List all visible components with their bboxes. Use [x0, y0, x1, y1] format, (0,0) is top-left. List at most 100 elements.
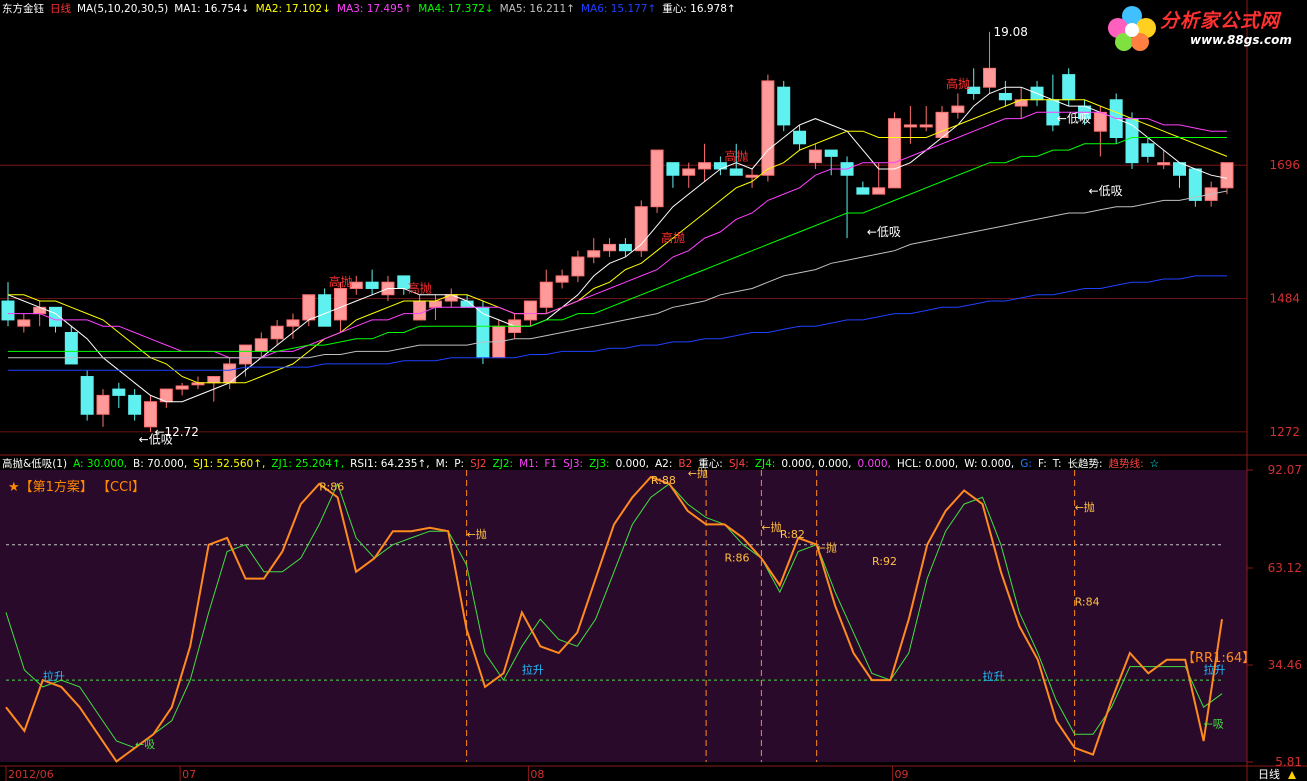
candle-body	[618, 243, 632, 252]
indicator-value-21: HCL: 0.000,	[896, 458, 959, 470]
candle-body	[682, 168, 696, 176]
indicator-marker: ←抛	[817, 540, 837, 554]
indicator-marker: ←吸	[1204, 718, 1224, 731]
rr-label: 【RR1:64】	[1182, 651, 1255, 666]
indicator-value-19: 0.000, 0.000,	[781, 458, 852, 470]
candle-body	[413, 300, 427, 321]
indicator-marker: R:82	[780, 528, 805, 541]
indicator-value-7: SJ2	[470, 458, 487, 470]
candle-body	[951, 105, 965, 113]
candle-body	[1157, 162, 1171, 166]
indicator-marker: R:84	[1075, 596, 1100, 609]
indicator-value-23: G:	[1020, 458, 1032, 470]
indicator-value-25: T:	[1052, 458, 1062, 470]
candle-body	[33, 306, 47, 315]
date-tick-label: 2012/06	[8, 768, 54, 781]
candle-body	[175, 385, 189, 390]
candle-body	[1188, 168, 1202, 201]
indicator-tick-label: 34.46	[1268, 658, 1302, 672]
price-annotation: ←低吸	[139, 432, 173, 446]
price-annotation: 高抛	[946, 76, 970, 91]
price-annotation: ←低吸	[1089, 184, 1123, 198]
ma-value-2: MA3: 17.495↑	[336, 3, 413, 15]
indicator-value-12: ZJ3:	[589, 458, 610, 470]
price-tick-label: 1484	[1269, 292, 1300, 306]
date-tick-label: 09	[895, 768, 909, 781]
indicator-value-15: B2	[678, 458, 693, 470]
candle-body	[80, 376, 94, 415]
indicator-value-26: 长趋势:	[1067, 458, 1103, 470]
price-annotation: ←低吸	[1057, 112, 1091, 126]
ma-line-MA1	[7, 86, 1228, 403]
candle-body	[128, 394, 142, 415]
indicator-value-13: 0.000,	[615, 458, 649, 470]
candle-body	[698, 162, 712, 170]
candle-body	[824, 149, 838, 157]
indicator-value-24: F:	[1037, 458, 1047, 470]
ma-value-0: MA1: 16.754↓	[174, 3, 250, 15]
logo-url: www.88gs.com	[1190, 33, 1292, 47]
indicator-value-20: 0.000,	[857, 458, 891, 470]
ma-value-4: MA5: 16.211↑	[499, 3, 575, 15]
indicator-marker: ←抛	[761, 520, 781, 534]
candle-body	[96, 394, 110, 415]
candle-body	[17, 319, 31, 327]
indicator-marker: R:86	[725, 552, 750, 565]
indicator-values: A: 30.000, B: 70.000, SJ1: 52.560↑, ZJ1: 25…	[73, 458, 1165, 470]
candle-body	[444, 294, 458, 302]
candle-body	[365, 281, 379, 289]
indicator-value-27: 趋势线:	[1108, 458, 1144, 470]
footer-period-label: 日线	[1258, 767, 1280, 781]
indicator-marker: ←吸	[135, 738, 155, 751]
ma-line-MA4	[8, 137, 1227, 352]
candle-body	[270, 325, 284, 340]
candle-body	[238, 344, 252, 365]
indicator-value-10: F1	[544, 458, 558, 470]
price-tick-label: 1696	[1269, 158, 1300, 172]
candle-body	[318, 294, 332, 327]
price-tick-label: 1272	[1269, 425, 1300, 439]
candle-body	[872, 187, 886, 195]
candle-body	[333, 287, 347, 321]
ma-line-MA3	[8, 111, 1227, 359]
ma-values: MA1: 16.754↓ MA2: 17.102↓ MA3: 17.495↑ MA4:…	[174, 3, 741, 15]
logo-text: 分析家公式网	[1160, 10, 1281, 32]
candle-body	[983, 67, 997, 88]
candle-body	[555, 275, 569, 283]
indicator-value-9: M1:	[519, 458, 539, 470]
candle-body	[64, 331, 78, 365]
price-annotation: ←低吸	[867, 225, 901, 239]
flower-icon	[1108, 6, 1156, 51]
candle-body	[650, 149, 664, 208]
candle-body	[143, 401, 157, 428]
period-label[interactable]: 日线	[50, 3, 71, 15]
ma-value-6: 重心: 16.978↑	[662, 3, 736, 15]
indicator-value-18: ZJ4:	[754, 458, 776, 470]
indicator-tick-label: 63.12	[1268, 561, 1302, 575]
indicator-header: 高抛&低吸(1) A: 30.000, B: 70.000, SJ1: 52.560↑…	[2, 457, 1171, 471]
candle-body	[523, 300, 537, 321]
candle-body	[539, 281, 553, 308]
date-tick-label: 07	[182, 768, 196, 781]
indicator-marker: 拉升	[43, 669, 65, 683]
candle-body	[1220, 162, 1234, 189]
candle-body	[729, 168, 743, 176]
indicator-value-16: 重心:	[698, 458, 723, 470]
ma-line-MA5	[8, 190, 1228, 359]
indicator-name[interactable]: 高抛&低吸(1)	[2, 458, 67, 470]
candle-body	[254, 338, 268, 352]
indicator-value-1: B: 70.000,	[133, 458, 188, 470]
stock-name[interactable]: 东方金钰	[2, 3, 44, 15]
candle-body	[587, 250, 601, 258]
candle-body	[713, 162, 727, 170]
candle-body	[571, 256, 585, 277]
indicator-value-22: W: 0.000,	[964, 458, 1015, 470]
candle-body	[112, 388, 126, 396]
candle-body	[666, 162, 680, 176]
indicator-marker: R:92	[872, 555, 897, 568]
indicator-tick-label: 92.07	[1268, 463, 1302, 477]
candle-body	[1141, 143, 1155, 157]
ma-params: MA(5,10,20,30,5)	[77, 3, 169, 15]
ma-line-MA2	[8, 99, 1228, 384]
indicator-value-5: M:	[435, 458, 449, 470]
